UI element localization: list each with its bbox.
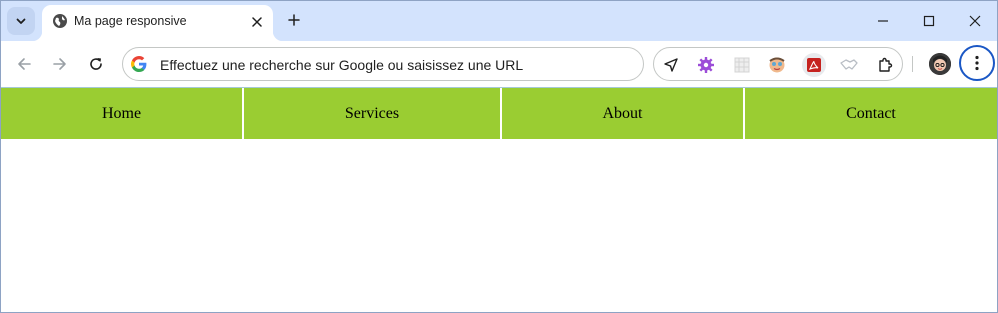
face-extension[interactable]: [766, 54, 788, 76]
new-tab-button[interactable]: [283, 9, 305, 31]
face-icon: [769, 57, 785, 73]
nav-link-home[interactable]: Home: [1, 88, 244, 139]
reload-button[interactable]: [84, 52, 108, 76]
nav-link-about[interactable]: About: [502, 88, 745, 139]
browser-menu-button[interactable]: [959, 45, 995, 81]
toolbar-divider: [912, 56, 913, 72]
maximize-button[interactable]: [909, 6, 949, 36]
google-logo-icon: [131, 56, 147, 72]
address-bar[interactable]: Effectuez une recherche sur Google ou sa…: [122, 47, 644, 81]
page-viewport: Home Services About Contact: [1, 87, 997, 312]
handshake-icon: [840, 59, 858, 70]
tab-close-button[interactable]: [248, 13, 266, 31]
gear-extension[interactable]: [695, 54, 717, 76]
grid-icon: [734, 57, 750, 73]
browser-toolbar: Effectuez une recherche sur Google ou sa…: [1, 41, 997, 87]
nav-link-services[interactable]: Services: [244, 88, 502, 139]
globe-icon: [53, 14, 67, 28]
chevron-down-icon: [16, 18, 26, 24]
maximize-icon: [923, 15, 935, 27]
extensions-button[interactable]: [874, 54, 896, 76]
browser-window: Ma page responsive Effectuez une recherc…: [0, 0, 998, 313]
minimize-button[interactable]: [863, 6, 903, 36]
tab-strip: Ma page responsive: [1, 1, 997, 41]
send-extension[interactable]: [660, 54, 682, 76]
forward-button[interactable]: [48, 52, 72, 76]
gear-icon: [698, 57, 714, 73]
send-icon: [664, 58, 678, 72]
back-button[interactable]: [12, 52, 36, 76]
profile-avatar-icon: [929, 53, 951, 75]
reload-icon: [90, 58, 102, 70]
plus-icon: [288, 14, 300, 26]
puzzle-icon: [879, 57, 893, 72]
extensions-area: [653, 47, 903, 81]
pdf-icon: [807, 58, 821, 72]
pdf-extension[interactable]: [802, 53, 826, 77]
forward-arrow-icon: [53, 58, 66, 70]
window-close-icon: [969, 15, 981, 27]
active-tab[interactable]: Ma page responsive: [32, 5, 283, 41]
minimize-icon: [878, 20, 888, 22]
tab-title: Ma page responsive: [74, 14, 187, 28]
close-icon: [252, 17, 262, 27]
nav-link-contact[interactable]: Contact: [745, 88, 997, 139]
avatar[interactable]: [929, 53, 951, 75]
back-arrow-icon: [18, 58, 31, 70]
grid-extension[interactable]: [731, 54, 753, 76]
tab-search-button[interactable]: [7, 7, 35, 35]
site-navigation: Home Services About Contact: [1, 87, 997, 139]
window-close-button[interactable]: [955, 6, 995, 36]
omnibox-placeholder: Effectuez une recherche sur Google ou sa…: [160, 57, 524, 73]
handshake-extension[interactable]: [838, 54, 860, 76]
kebab-menu-icon: [975, 55, 979, 71]
